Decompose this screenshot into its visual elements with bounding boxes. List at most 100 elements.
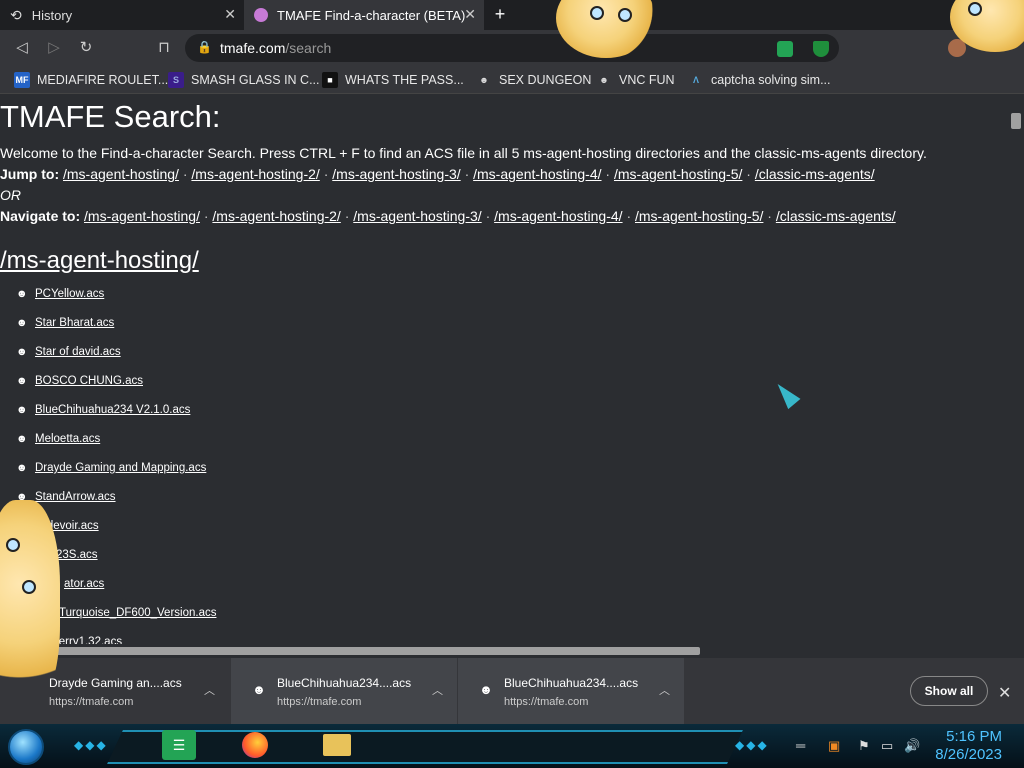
list-item[interactable]: ☻ Drayde Gaming and Mapping.acs <box>16 458 206 478</box>
list-item[interactable]: Turquoise_DF600_Version.acs <box>59 603 216 623</box>
show-hidden-icons[interactable]: ═ <box>796 738 805 753</box>
dungeon-icon: ☻ <box>479 75 489 85</box>
or-text: OR <box>0 187 21 203</box>
navigate-link[interactable]: /ms-agent-hosting-5/ <box>635 208 763 224</box>
tab-title: TMAFE Find-a-character (BETA) <box>277 7 466 23</box>
agent-file-icon: ☻ <box>479 682 493 697</box>
tab-tmafe[interactable]: TMAFE Find-a-character (BETA) ✕ <box>244 0 484 30</box>
jump-link[interactable]: /ms-agent-hosting-3/ <box>332 166 460 182</box>
close-tab-icon[interactable]: ✕ <box>464 6 476 23</box>
mediafire-icon: MF <box>14 72 30 88</box>
bookmark-sex-dungeon[interactable]: ☻ SEX DUNGEON <box>476 72 591 88</box>
list-item[interactable]: ☻ BOSCO CHUNG.acs <box>16 371 143 391</box>
chevron-up-icon[interactable]: ︿ <box>432 682 443 698</box>
navigate-link[interactable]: /classic-ms-agents/ <box>776 208 896 224</box>
list-item[interactable]: ator.acs <box>64 574 104 594</box>
jump-link[interactable]: /ms-agent-hosting-2/ <box>191 166 319 182</box>
scroll-thumb[interactable] <box>1011 113 1021 129</box>
download-item[interactable]: ☻ BlueChihuahua234....acs https://tmafe.… <box>458 658 684 724</box>
welcome-text: Welcome to the Find-a-character Search. … <box>0 145 927 161</box>
smash-icon: S <box>168 72 184 88</box>
clock-time: 5:16 PM <box>946 728 1002 745</box>
start-button[interactable] <box>8 729 44 765</box>
bookmarks-bar: MF MEDIAFIRE ROULET... S SMASH GLASS IN C.… <box>0 66 1024 94</box>
bookmark-smash-glass[interactable]: S SMASH GLASS IN C... <box>168 72 320 88</box>
section-heading: /ms-agent-hosting/ <box>0 247 199 274</box>
jump-link[interactable]: /ms-agent-hosting/ <box>63 166 179 182</box>
history-icon: ⟲ <box>10 6 22 23</box>
jump-to-row: Jump to: /ms-agent-hosting/ · /ms-agent-… <box>0 166 875 182</box>
clock-date: 8/26/2023 <box>935 746 1002 763</box>
agent-file-icon: ☻ <box>16 317 28 329</box>
captcha-icon: Λ <box>692 75 699 85</box>
taskbar: ◆◆◆ ☰ ◆◆◆ ═ ▣ ⚑ ▭ 🔊 5:16 PM 8/26/2023 <box>0 724 1024 768</box>
list-item[interactable]: ☻ Star Bharat.acs <box>16 313 114 333</box>
list-item[interactable]: 23S.acs <box>56 545 98 565</box>
firefox-icon[interactable] <box>238 730 272 760</box>
navigate-link[interactable]: /ms-agent-hosting-3/ <box>353 208 481 224</box>
address-bar[interactable]: 🔒 tmafe.com/search <box>185 34 839 62</box>
navigate-link[interactable]: /ms-agent-hosting-2/ <box>212 208 340 224</box>
show-all-button[interactable]: Show all <box>910 676 988 706</box>
jump-link[interactable]: /classic-ms-agents/ <box>755 166 875 182</box>
bookmark-icon[interactable]: ⊓ <box>154 38 174 58</box>
agent-file-icon: ☻ <box>16 404 28 416</box>
navigate-to-row: Navigate to: /ms-agent-hosting/ · /ms-ag… <box>0 208 896 224</box>
bookmark-vnc-fun[interactable]: ☻ VNC FUN <box>596 72 674 88</box>
bookmark-captcha[interactable]: Λcaptcha solving sim... <box>688 72 831 88</box>
back-button[interactable]: ◁ <box>12 38 32 58</box>
navigate-link[interactable]: /ms-agent-hosting/ <box>84 208 200 224</box>
agent-file-icon: ☻ <box>16 462 28 474</box>
close-tab-icon[interactable]: ✕ <box>224 6 236 23</box>
tab-title: History <box>31 7 73 23</box>
agent-file-icon: ☻ <box>16 433 28 445</box>
vnc-icon: ☻ <box>599 75 609 85</box>
agent-file-icon: ☻ <box>252 682 266 697</box>
navigate-link[interactable]: /ms-agent-hosting-4/ <box>494 208 622 224</box>
list-item[interactable]: ☻ Meloetta.acs <box>16 429 100 449</box>
action-center-icon[interactable]: ⚑ <box>858 738 870 754</box>
scroll-thumb[interactable] <box>8 647 700 655</box>
jump-link[interactable]: /ms-agent-hosting-5/ <box>614 166 742 182</box>
system-clock[interactable]: 5:16 PM 8/26/2023 <box>935 728 1002 764</box>
bookmark-whats-the-pass[interactable]: ■ WHATS THE PASS... <box>322 72 464 88</box>
reload-button[interactable]: ↻ <box>76 38 96 58</box>
tmafe-favicon <box>254 8 268 22</box>
browser-toolbar: ◁ ▷ ↻ ⊓ 🔒 tmafe.com/search <box>0 30 1024 66</box>
tray-app-icon[interactable]: ▣ <box>828 738 840 754</box>
jump-link[interactable]: /ms-agent-hosting-4/ <box>473 166 601 182</box>
volume-icon[interactable]: 🔊 <box>904 738 920 754</box>
character-sticker <box>0 500 60 710</box>
extension-notes-icon[interactable] <box>777 41 793 57</box>
url-text[interactable]: tmafe.com/search <box>220 40 331 56</box>
agent-file-icon: ☻ <box>16 288 28 300</box>
agent-file-icon: ☻ <box>16 375 28 387</box>
agent-file-icon: ☻ <box>16 346 28 358</box>
list-item[interactable]: ☻ Star of david.acs <box>16 342 121 362</box>
horizontal-scrollbar[interactable] <box>0 644 1008 658</box>
close-downloads-icon[interactable]: ✕ <box>998 683 1011 703</box>
new-tab-button[interactable]: + <box>490 5 510 25</box>
download-shelf: Drayde Gaming an....acs https://tmafe.co… <box>0 658 1024 724</box>
chevron-up-icon[interactable]: ︿ <box>204 682 215 698</box>
taskbar-decoration: ◆◆◆ <box>735 738 769 752</box>
page-content: TMAFE Search: Welcome to the Find-a-char… <box>0 99 1008 644</box>
taskbar-decoration: ◆◆◆ <box>74 738 108 752</box>
bookmark-mediafire[interactable]: MF MEDIAFIRE ROULET... <box>14 72 168 88</box>
pass-icon: ■ <box>322 72 338 88</box>
page-title: TMAFE Search: <box>0 99 221 134</box>
forward-button[interactable]: ▷ <box>44 38 64 58</box>
extension-shield-icon[interactable] <box>813 41 829 57</box>
vertical-scrollbar[interactable] <box>1008 99 1024 644</box>
list-item[interactable]: ☻ BlueChihuahua234 V2.1.0.acs <box>16 400 190 420</box>
notes-app-icon[interactable]: ☰ <box>162 730 196 760</box>
tab-history[interactable]: ⟲ History ✕ <box>0 0 244 30</box>
taskbar-frame <box>107 730 743 764</box>
tab-strip: ⟲ History ✕ TMAFE Find-a-character (BETA… <box>0 0 1024 30</box>
list-item[interactable]: ☻ PCYellow.acs <box>16 284 104 304</box>
chevron-up-icon[interactable]: ︿ <box>659 682 670 698</box>
network-icon[interactable]: ▭ <box>881 738 893 754</box>
file-explorer-icon[interactable] <box>320 730 354 760</box>
download-item[interactable]: ☻ BlueChihuahua234....acs https://tmafe.… <box>231 658 457 724</box>
lock-icon: 🔒 <box>197 40 212 54</box>
